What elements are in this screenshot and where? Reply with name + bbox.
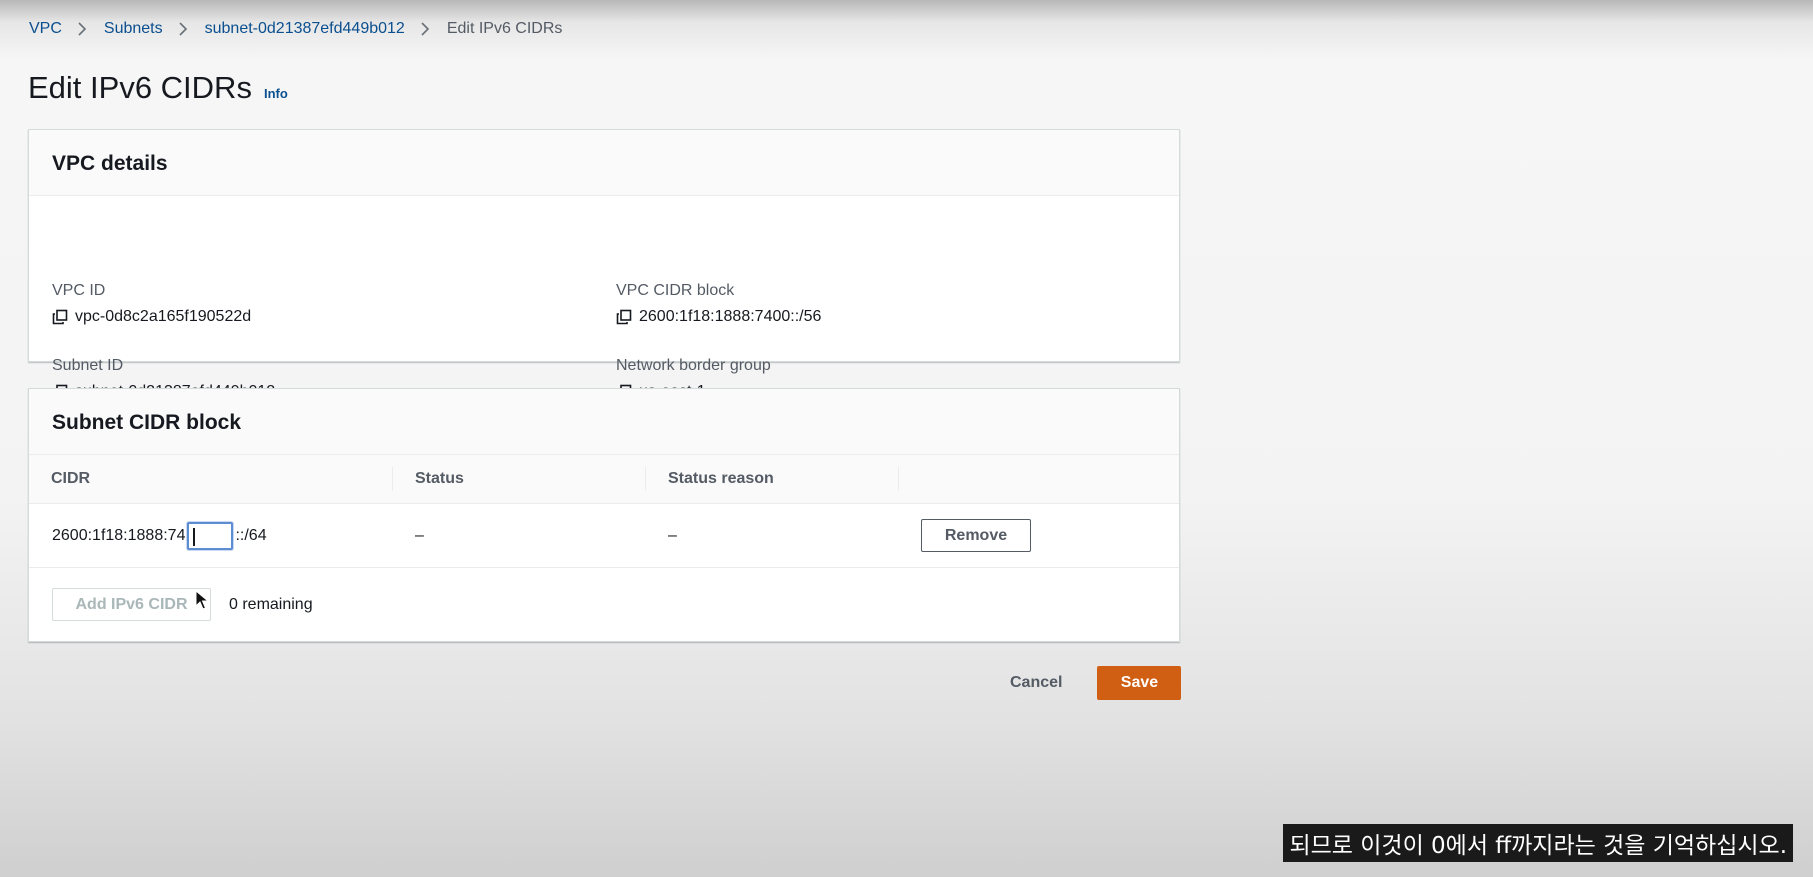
info-link[interactable]: Info — [264, 86, 288, 101]
remaining-count: 0 remaining — [229, 595, 313, 613]
page-header: Edit IPv6 CIDRs Info — [28, 70, 288, 106]
save-button[interactable]: Save — [1097, 666, 1182, 700]
vpc-details-panel: VPC details VPC ID vpc-0d8c2a165f190522d… — [28, 129, 1180, 400]
status-reason-cell: – — [646, 503, 899, 568]
table-row: 2600:1f18:1888:74 ::/64 – – Remove — [29, 503, 1179, 568]
status-cell: – — [393, 503, 646, 568]
add-ipv6-cidr-button[interactable]: Add IPv6 CIDR — [52, 588, 211, 621]
vpc-id-value: vpc-0d8c2a165f190522d — [75, 308, 252, 325]
page-title: Edit IPv6 CIDRs — [28, 70, 252, 105]
subnet-cidr-heading: Subnet CIDR block — [52, 411, 242, 434]
video-subtitle: 되므로 이것이 0에서 ff까지라는 것을 기억하십시오. — [1283, 824, 1793, 862]
chevron-right-icon — [415, 22, 437, 36]
vpc-details-heading: VPC details — [52, 152, 168, 175]
column-header-actions — [899, 455, 1179, 504]
breadcrumb-subnet-id[interactable]: subnet-0d21387efd449b012 — [205, 20, 405, 38]
subnet-id-label: Subnet ID — [52, 357, 124, 374]
copy-icon[interactable] — [616, 309, 632, 325]
vpc-id-field: VPC ID vpc-0d8c2a165f190522d — [52, 282, 251, 326]
chevron-right-icon — [173, 22, 195, 36]
vpc-details-grid: VPC ID vpc-0d8c2a165f190522d VPC CIDR bl… — [29, 196, 1179, 400]
column-header-status: Status — [393, 455, 646, 504]
column-header-status-reason: Status reason — [646, 455, 899, 504]
vpc-cidr-label: VPC CIDR block — [616, 282, 735, 299]
form-actions: Cancel Save — [990, 666, 1182, 700]
vpc-cidr-field: VPC CIDR block 2600:1f18:1888:7400::/56 — [616, 282, 821, 326]
cidr-input[interactable] — [187, 521, 234, 550]
cidr-suffix: ::/64 — [235, 526, 267, 544]
cidr-cell: 2600:1f18:1888:74 ::/64 — [52, 521, 371, 550]
breadcrumb-subnets[interactable]: Subnets — [104, 20, 163, 38]
cidr-table: CIDR Status Status reason 2600:1f18:1888… — [29, 455, 1179, 568]
remove-button[interactable]: Remove — [921, 519, 1031, 552]
chevron-right-icon — [72, 22, 94, 36]
vpc-details-header: VPC details — [29, 130, 1179, 196]
network-border-group-label: Network border group — [616, 357, 771, 374]
vpc-cidr-value: 2600:1f18:1888:7400::/56 — [639, 308, 822, 325]
cancel-button[interactable]: Cancel — [990, 674, 1082, 692]
subnet-cidr-header: Subnet CIDR block — [29, 389, 1179, 455]
breadcrumb: VPC Subnets subnet-0d21387efd449b012 Edi… — [29, 20, 562, 38]
column-header-cidr: CIDR — [29, 455, 393, 504]
copy-icon[interactable] — [52, 309, 68, 325]
breadcrumb-vpc[interactable]: VPC — [29, 20, 62, 38]
breadcrumb-current: Edit IPv6 CIDRs — [446, 20, 563, 37]
cidr-prefix: 2600:1f18:1888:74 — [52, 526, 186, 544]
mouse-pointer-icon — [195, 590, 209, 610]
vpc-id-label: VPC ID — [52, 282, 106, 299]
